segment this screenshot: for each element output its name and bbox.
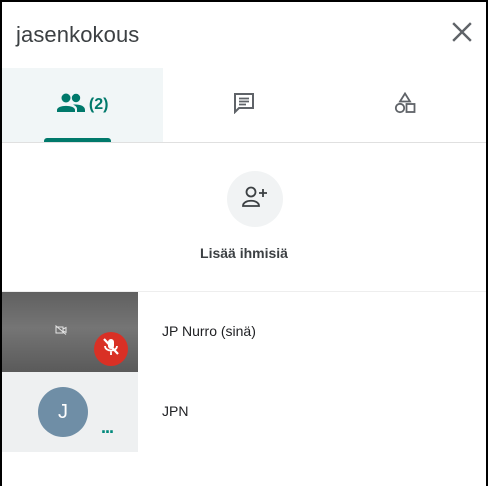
participant-name: JPN bbox=[162, 403, 189, 419]
camera-off-icon bbox=[55, 325, 67, 338]
panel-tabs: (2) bbox=[2, 68, 486, 143]
participant-avatar-tile: J ... bbox=[2, 372, 138, 452]
add-people-label[interactable]: Lisää ihmisiä bbox=[2, 245, 486, 261]
avatar: J bbox=[38, 387, 88, 437]
speaking-dots-icon: ... bbox=[101, 417, 114, 437]
add-people-section: Lisää ihmisiä bbox=[2, 143, 486, 292]
participant-count: (2) bbox=[88, 96, 109, 113]
participant-name: JP Nurro (sinä) bbox=[162, 323, 256, 339]
people-icon bbox=[56, 93, 85, 118]
panel-header: jasenkokous bbox=[2, 2, 486, 68]
participants-panel: jasenkokous (2) Lisää ihmisiä JP Nurro (… bbox=[0, 0, 488, 486]
active-tab-indicator bbox=[44, 138, 112, 142]
tab-chat[interactable] bbox=[163, 68, 324, 142]
tab-people[interactable]: (2) bbox=[2, 68, 164, 142]
shapes-icon bbox=[394, 91, 416, 119]
mic-muted-indicator bbox=[94, 332, 128, 366]
close-icon bbox=[451, 21, 473, 48]
tab-activities[interactable] bbox=[325, 68, 486, 142]
close-button[interactable] bbox=[448, 20, 476, 48]
participant-row[interactable]: J ... JPN bbox=[2, 372, 486, 452]
add-people-button[interactable] bbox=[227, 171, 283, 227]
participant-row[interactable]: JP Nurro (sinä) bbox=[2, 292, 486, 372]
chat-icon bbox=[233, 92, 255, 119]
add-person-icon bbox=[242, 186, 268, 213]
participant-video-thumbnail bbox=[2, 292, 138, 372]
meeting-title: jasenkokous bbox=[16, 22, 140, 47]
mic-off-icon bbox=[102, 337, 120, 362]
